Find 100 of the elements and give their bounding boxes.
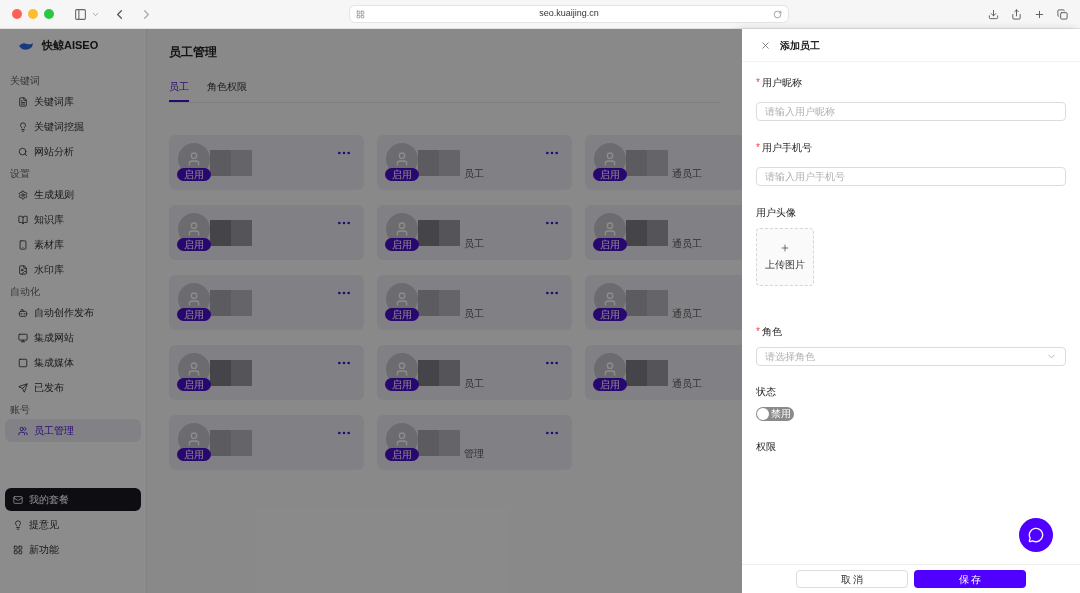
field-label: 角色	[761, 325, 782, 339]
redacted-name	[418, 289, 460, 316]
user-icon	[394, 220, 410, 237]
download-icon[interactable]	[988, 8, 999, 20]
sidebar-item[interactable]: 关键词挖掘	[5, 115, 141, 138]
user-icon	[186, 290, 202, 307]
redacted-name	[418, 429, 460, 456]
redacted-name	[210, 429, 252, 456]
menu-icon	[18, 382, 28, 393]
menu-icon	[18, 264, 28, 275]
address-bar[interactable]: seo.kuaijing.cn	[349, 5, 789, 23]
close-icon[interactable]	[760, 39, 771, 51]
user-icon	[394, 360, 410, 377]
required-mark: *	[756, 76, 760, 90]
sidebar-item[interactable]: 集成媒体	[5, 351, 141, 374]
user-icon	[602, 220, 618, 237]
cancel-button[interactable]: 取 消	[796, 570, 908, 588]
sidebar-item[interactable]: 生成规则	[5, 183, 141, 206]
redacted-name	[418, 219, 460, 246]
role-text: 员工	[464, 377, 484, 391]
redacted-name	[626, 219, 668, 246]
input-field[interactable]: 请输入用户手机号	[756, 167, 1066, 186]
section-heading: 设置	[9, 167, 31, 181]
chat-button[interactable]	[1019, 518, 1053, 552]
plus-icon	[780, 242, 790, 253]
close-window-icon[interactable]	[12, 9, 22, 19]
new-tab-icon[interactable]	[1034, 8, 1045, 20]
share-icon[interactable]	[1011, 8, 1022, 20]
sidebar-item[interactable]: 自动创作发布	[5, 301, 141, 324]
sidebar-item[interactable]: 我的套餐	[5, 488, 141, 511]
employee-card[interactable]: 启用 员工	[377, 275, 572, 330]
redacted-name	[418, 359, 460, 386]
status-switch[interactable]: 禁用	[756, 407, 794, 421]
sidebar-item[interactable]: 提意见	[5, 513, 141, 536]
menu-icon	[18, 214, 28, 225]
employee-card[interactable]: 启用 通员工	[585, 345, 742, 400]
user-icon	[186, 220, 202, 237]
section-heading: 自动化	[9, 285, 41, 299]
required-mark: *	[756, 141, 760, 155]
sidebar-item[interactable]: 网站分析	[5, 140, 141, 163]
employee-card[interactable]: 启用 员工	[377, 345, 572, 400]
role-text: 员工	[464, 307, 484, 321]
upload-button[interactable]: 上传图片	[756, 228, 814, 286]
field-label: 用户昵称	[761, 76, 802, 90]
user-icon	[602, 290, 618, 307]
user-icon	[394, 430, 410, 447]
sidebar-item[interactable]: 集成网站	[5, 326, 141, 349]
whale-logo-icon	[18, 40, 34, 51]
save-button[interactable]: 保 存	[914, 570, 1026, 588]
sidebar-item[interactable]: 素材库	[5, 233, 141, 256]
sidebar-item[interactable]: 关键词库	[5, 90, 141, 113]
role-text: 通员工	[672, 377, 702, 391]
sidebar-item[interactable]: 水印库	[5, 258, 141, 281]
menu-icon	[13, 494, 23, 505]
redacted-name	[210, 149, 252, 176]
input-field[interactable]: 请输入用户昵称	[756, 102, 1066, 121]
menu-icon	[18, 121, 28, 132]
redacted-name	[626, 359, 668, 386]
field-label: 用户头像	[756, 206, 796, 220]
employee-card[interactable]: 启用	[169, 205, 364, 260]
menu-icon	[18, 189, 28, 200]
tab[interactable]: 员工	[169, 79, 189, 102]
section-heading: 关键词	[9, 74, 41, 88]
select-placeholder: 请选择角色	[765, 350, 815, 364]
drawer-title: 添加员工	[780, 38, 820, 53]
redacted-name	[418, 149, 460, 176]
employee-card[interactable]: 启用 管理	[377, 415, 572, 470]
employee-card[interactable]: 启用 员工	[377, 135, 572, 190]
field-label: 用户手机号	[761, 141, 812, 155]
user-icon	[186, 360, 202, 377]
logo-text: 快鲸AISEO	[42, 38, 99, 54]
sidebar-item[interactable]: 新功能	[5, 538, 141, 561]
employee-card[interactable]: 启用 通员工	[585, 205, 742, 260]
user-icon	[394, 290, 410, 307]
role-text: 管理	[464, 447, 484, 461]
tab[interactable]: 角色权限	[207, 79, 247, 102]
tabs-overview-icon[interactable]	[1057, 8, 1068, 20]
role-text: 员工	[464, 167, 484, 181]
employee-card[interactable]: 启用	[169, 415, 364, 470]
employee-card[interactable]: 启用	[169, 345, 364, 400]
menu-icon	[18, 357, 28, 368]
menu-icon	[13, 519, 23, 530]
menu-icon	[18, 307, 28, 318]
field-label: 权限	[756, 440, 776, 454]
redacted-name	[626, 289, 668, 316]
employee-card[interactable]: 启用 员工	[377, 205, 572, 260]
menu-icon	[18, 96, 28, 107]
sidebar-item[interactable]: 已发布	[5, 376, 141, 399]
employee-card[interactable]: 启用 通员工	[585, 275, 742, 330]
employee-card[interactable]: 启用	[169, 275, 364, 330]
reload-icon[interactable]	[773, 9, 782, 19]
sidebar-item[interactable]: 知识库	[5, 208, 141, 231]
sidebar-item[interactable]: 员工管理	[5, 419, 141, 442]
employee-card[interactable]: 启用 通员工	[585, 135, 742, 190]
redacted-name	[626, 149, 668, 176]
page-title: 员工管理	[169, 44, 218, 61]
sidebar-toggle-icon[interactable]	[74, 7, 87, 21]
menu-icon	[18, 146, 28, 157]
user-icon	[394, 150, 410, 167]
employee-card[interactable]: 启用	[169, 135, 364, 190]
